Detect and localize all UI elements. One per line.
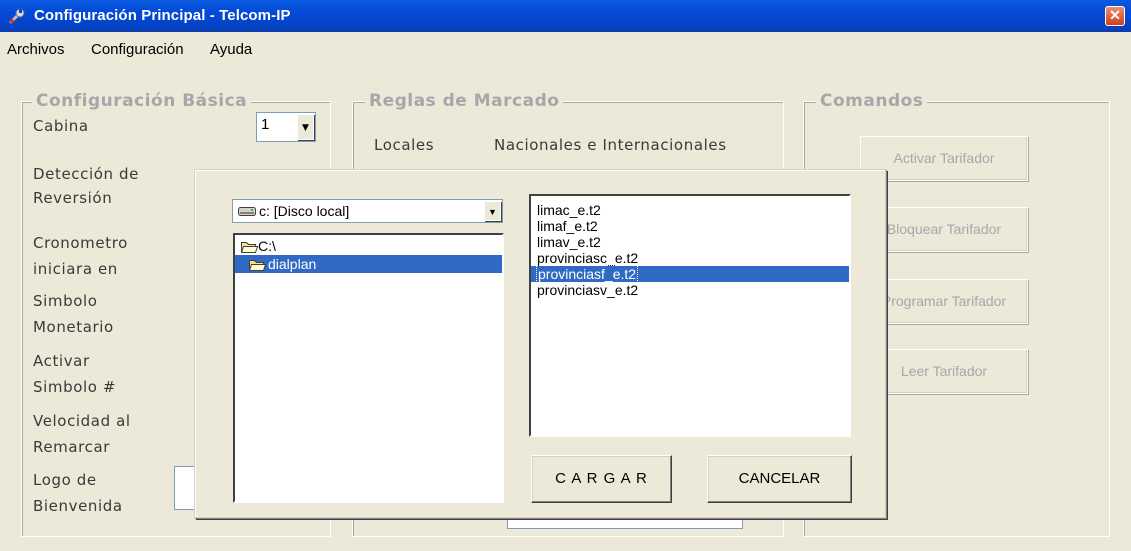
title-bar[interactable]: Configuración Principal - Telcom-IP ✕ xyxy=(0,0,1131,32)
drive-select[interactable]: c: [Disco local] ▼ xyxy=(232,199,503,223)
dir-item-root[interactable]: C:\ xyxy=(235,237,502,255)
dir-item-label: C:\ xyxy=(258,238,276,254)
file-list[interactable]: limac_e.t2 limaf_e.t2 limav_e.t2 provinc… xyxy=(529,194,851,437)
logo-label-1: Logo de xyxy=(33,471,97,489)
file-item[interactable]: provinciasc_e.t2 xyxy=(531,250,849,266)
menu-archivos[interactable]: Archivos xyxy=(7,41,65,58)
close-icon: ✕ xyxy=(1109,7,1121,23)
config-basica-label: Configuración Básica xyxy=(32,91,252,111)
logo-label-2: Bienvenida xyxy=(33,497,123,515)
menu-ayuda[interactable]: Ayuda xyxy=(210,41,252,58)
drive-value: c: [Disco local] xyxy=(259,203,350,219)
open-folder-icon xyxy=(241,242,258,253)
comandos-label: Comandos xyxy=(816,91,928,111)
cronometro-label-2: iniciara en xyxy=(33,260,118,278)
nacionales-label: Nacionales e Internacionales xyxy=(494,136,727,154)
simbolo-label-2: Monetario xyxy=(33,318,114,336)
window-title: Configuración Principal - Telcom-IP xyxy=(34,7,291,24)
locales-label: Locales xyxy=(374,136,435,154)
file-item[interactable]: limac_e.t2 xyxy=(531,202,849,218)
file-item[interactable]: limav_e.t2 xyxy=(531,234,849,250)
menu-bar: Archivos Configuración Ayuda xyxy=(0,32,1131,62)
file-item[interactable]: limaf_e.t2 xyxy=(531,218,849,234)
reglas-label: Reglas de Marcado xyxy=(365,91,564,111)
activar-label-2: Simbolo # xyxy=(33,378,117,396)
chevron-down-icon[interactable]: ▼ xyxy=(484,201,501,221)
open-folder-icon xyxy=(249,260,266,271)
activar-label-1: Activar xyxy=(33,352,90,370)
dir-item-label: dialplan xyxy=(268,256,317,272)
close-button[interactable]: ✕ xyxy=(1105,6,1125,26)
cabina-select[interactable]: 1 ▼ xyxy=(256,112,316,142)
cabina-label: Cabina xyxy=(33,117,89,135)
cargar-button[interactable]: C A R G A R xyxy=(531,455,672,503)
file-item[interactable]: provinciasv_e.t2 xyxy=(531,282,849,298)
deteccion-label-1: Detección de xyxy=(33,165,139,183)
simbolo-label-1: Simbolo xyxy=(33,292,98,310)
velocidad-label-2: Remarcar xyxy=(33,438,111,456)
cancelar-button[interactable]: CANCELAR xyxy=(707,455,852,503)
drive-icon xyxy=(238,207,256,216)
wrench-app-icon xyxy=(9,8,25,24)
dir-item-dialplan[interactable]: dialplan xyxy=(235,255,502,273)
deteccion-label-2: Reversión xyxy=(33,189,113,207)
chevron-down-icon[interactable]: ▼ xyxy=(297,114,314,140)
file-item-selected[interactable]: provinciasf_e.t2 xyxy=(531,265,849,283)
cronometro-label-1: Cronometro xyxy=(33,234,128,252)
menu-configuracion[interactable]: Configuración xyxy=(91,41,184,58)
file-dialog: c: [Disco local] ▼ C:\ dialplan limac_e.… xyxy=(194,169,886,518)
velocidad-label-1: Velocidad al xyxy=(33,412,131,430)
cabina-value: 1 xyxy=(261,116,270,133)
directory-list[interactable]: C:\ dialplan xyxy=(233,233,504,503)
